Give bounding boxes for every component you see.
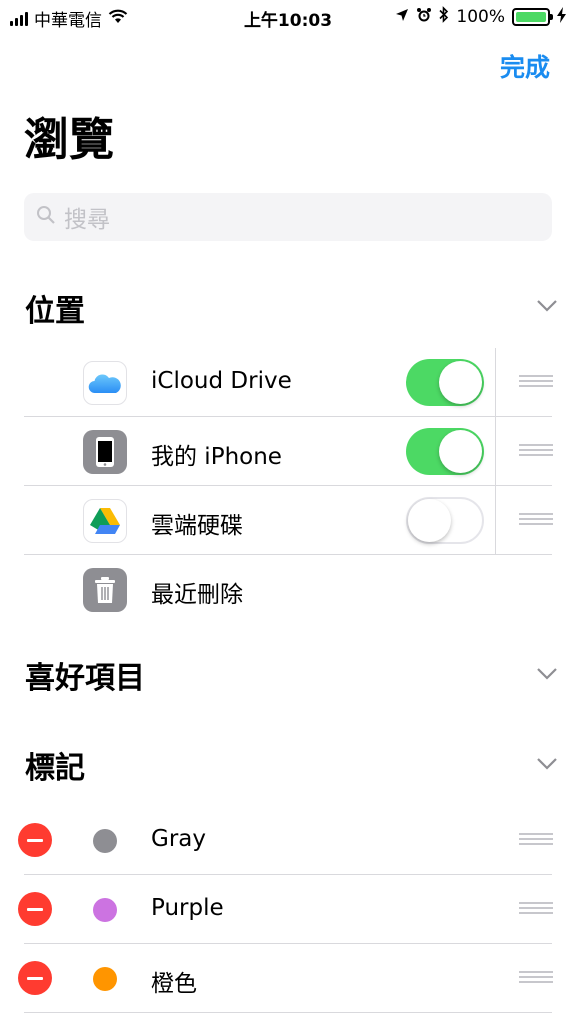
- delete-tag-button[interactable]: [18, 823, 52, 857]
- tag-color-dot: [93, 898, 117, 922]
- tag-row-gray[interactable]: Gray: [0, 806, 576, 875]
- chevron-down-icon[interactable]: [536, 298, 558, 317]
- tag-label: 橙色: [151, 971, 197, 997]
- location-label: iCloud Drive: [151, 368, 292, 394]
- reorder-handle-icon[interactable]: [519, 833, 553, 847]
- google-drive-toggle[interactable]: [406, 497, 484, 544]
- tag-row-purple[interactable]: Purple: [0, 875, 576, 944]
- chevron-down-icon[interactable]: [536, 756, 558, 775]
- location-row-google-drive[interactable]: 雲端硬碟: [0, 486, 576, 555]
- battery-percent: 100%: [456, 7, 505, 27]
- iphone-icon: [83, 430, 127, 474]
- alarm-icon: [416, 7, 432, 28]
- google-drive-icon: [83, 499, 127, 543]
- section-title-favorites: 喜好項目: [25, 661, 145, 696]
- done-button[interactable]: 完成: [500, 48, 550, 84]
- delete-tag-button[interactable]: [18, 961, 52, 995]
- bluetooth-icon: [439, 6, 449, 28]
- reorder-handle-icon[interactable]: [519, 375, 553, 389]
- battery-icon: [512, 8, 553, 26]
- reorder-handle-icon[interactable]: [519, 902, 553, 916]
- tag-label: Purple: [151, 895, 224, 921]
- search-icon: [36, 205, 56, 229]
- chevron-down-icon[interactable]: [536, 666, 558, 685]
- tag-label: Gray: [151, 826, 206, 852]
- location-label: 雲端硬碟: [151, 513, 243, 539]
- reorder-handle-icon[interactable]: [519, 971, 553, 985]
- search-placeholder: 搜尋: [64, 207, 110, 233]
- tag-color-dot: [93, 829, 117, 853]
- location-label: 我的 iPhone: [151, 444, 282, 470]
- tag-row-orange[interactable]: 橙色: [0, 944, 576, 1013]
- page-title: 瀏覽: [24, 113, 115, 166]
- iphone-toggle[interactable]: [406, 428, 484, 475]
- status-bar: 中華電信 上午10:03 100%: [0, 0, 576, 34]
- location-label: 最近刪除: [151, 582, 243, 608]
- reorder-handle-icon[interactable]: [519, 444, 553, 458]
- reorder-handle-icon[interactable]: [519, 513, 553, 527]
- trash-icon: [83, 568, 127, 612]
- charging-icon: [557, 6, 566, 28]
- location-row-icloud[interactable]: iCloud Drive: [0, 348, 576, 417]
- icloud-icon: [83, 361, 127, 405]
- location-row-iphone[interactable]: 我的 iPhone: [0, 417, 576, 486]
- tag-color-dot: [93, 967, 117, 991]
- icloud-toggle[interactable]: [406, 359, 484, 406]
- delete-tag-button[interactable]: [18, 892, 52, 926]
- search-input[interactable]: 搜尋: [24, 193, 552, 241]
- location-row-recently-deleted[interactable]: 最近刪除: [0, 555, 576, 624]
- section-title-locations: 位置: [25, 294, 85, 329]
- location-icon: [395, 7, 409, 27]
- section-title-tags: 標記: [25, 751, 85, 786]
